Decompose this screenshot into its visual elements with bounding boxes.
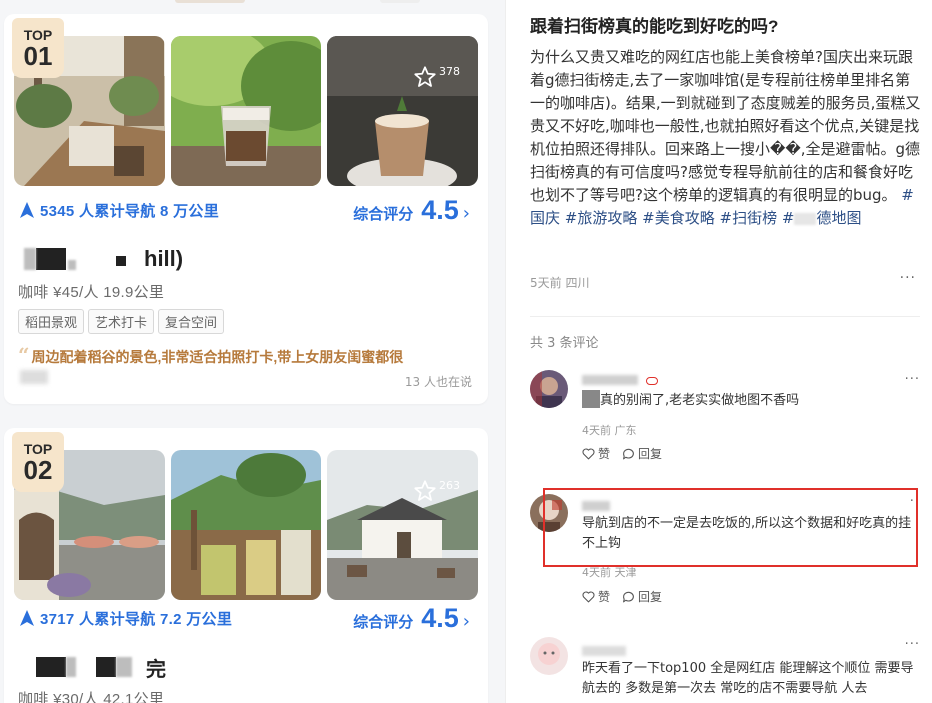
reply-button[interactable]: 回复 bbox=[622, 445, 662, 462]
photo-latte[interactable] bbox=[327, 36, 478, 186]
tag: 稻田景观 bbox=[18, 309, 85, 334]
redacted-block bbox=[36, 657, 66, 677]
hashtag-link[interactable]: # bbox=[782, 209, 795, 227]
chevron-right-icon: › bbox=[462, 610, 470, 632]
redacted-block bbox=[582, 390, 600, 408]
photo-strip[interactable]: 263 bbox=[14, 450, 478, 600]
shop-meta: 咖啡 ¥45/人 19.9公里 bbox=[18, 284, 165, 301]
comment-bubble-icon bbox=[623, 448, 634, 459]
heart-outline-icon bbox=[582, 447, 595, 459]
shop-name-text: 完 bbox=[146, 658, 166, 681]
navigation-arrow-icon bbox=[20, 610, 34, 626]
rank-number: 02 bbox=[23, 455, 53, 485]
redacted-block bbox=[116, 657, 132, 677]
comment-actions: 赞 回复 bbox=[582, 445, 662, 462]
tag-list: 稻田景观 艺术打卡 复合空间 bbox=[18, 309, 225, 334]
shop-name[interactable]: hill) bbox=[24, 242, 183, 276]
ranking-list-panel: TOP 01 378 5345 人累计导航 8 万公里 综合评分 4.5 › h… bbox=[0, 0, 505, 703]
favorite-count[interactable]: 378 bbox=[412, 64, 460, 90]
reply-button[interactable]: 回复 bbox=[622, 588, 662, 605]
star-outline-icon bbox=[414, 66, 436, 87]
nav-stats-text: 3717 人累计导航 7.2 万公里 bbox=[40, 610, 233, 628]
comment-more-button[interactable]: ··· bbox=[905, 372, 920, 387]
shop-name-text: hill) bbox=[144, 246, 184, 271]
shop-name[interactable]: 完 bbox=[24, 650, 166, 684]
nav-stats-text: 5345 人累计导航 8 万公里 bbox=[40, 202, 220, 220]
favorite-count[interactable]: 263 bbox=[412, 478, 460, 504]
shop-meta: 咖啡 ¥30/人 42.1公里 bbox=[18, 691, 165, 703]
hashtag-link[interactable]: #扫街榜 bbox=[720, 209, 778, 227]
redacted-block bbox=[66, 657, 76, 677]
rank-label: TOP bbox=[23, 441, 53, 457]
comment-count: 共 3 条评论 bbox=[530, 336, 599, 351]
post-body-text: 为什么又贵又难吃的网红店也能上美食榜单?国庆出来玩跟着g德扫街榜走,去了一家咖啡… bbox=[530, 48, 921, 204]
hashtag-link[interactable]: 德地图 bbox=[816, 209, 861, 227]
previous-card-edge bbox=[380, 0, 420, 3]
score-label: 综合评分 bbox=[353, 205, 414, 223]
redacted-block bbox=[794, 212, 817, 225]
saying-count[interactable]: 13 人也在说 bbox=[405, 373, 472, 390]
heart-outline-icon bbox=[582, 590, 595, 602]
avatar[interactable] bbox=[530, 637, 568, 675]
tag: 复合空间 bbox=[158, 309, 225, 334]
post-detail-panel: 跟着扫街榜真的能吃到好吃的吗? 为什么又贵又难吃的网红店也能上美食榜单?国庆出来… bbox=[505, 0, 932, 703]
redacted-block bbox=[116, 256, 126, 266]
redacted-block bbox=[24, 248, 36, 270]
comment-text: 真的别闹了,老老实实做地图不香吗 bbox=[582, 390, 922, 411]
like-button[interactable]: 赞 bbox=[582, 445, 610, 462]
rank-badge: TOP 02 bbox=[12, 432, 64, 492]
hashtag-link[interactable]: #旅游攻略 bbox=[565, 209, 638, 227]
comment-more-button[interactable]: ··· bbox=[905, 637, 920, 652]
redacted-block bbox=[96, 657, 116, 677]
badge-icon bbox=[646, 377, 659, 385]
post-body: 为什么又贵又难吃的网红店也能上美食榜单?国庆出来玩跟着g德扫街榜走,去了一家咖啡… bbox=[530, 46, 922, 230]
nav-stats-row[interactable]: 5345 人累计导航 8 万公里 综合评分 4.5 › bbox=[20, 195, 470, 225]
tag: 艺术打卡 bbox=[88, 309, 155, 334]
review-quote[interactable]: “周边配着稻谷的景色,非常适合拍照打卡,带上女朋友闺蜜都很 bbox=[18, 344, 472, 368]
comment-meta: 4天前 广东 bbox=[582, 424, 637, 437]
comment-item: 昨天看了一下top100 全是网红店 能理解这个顺位 需要导航去的 多数是第一次… bbox=[530, 637, 920, 703]
post-more-button[interactable]: ··· bbox=[900, 270, 916, 286]
score-value: 4.5 bbox=[421, 602, 459, 633]
rank-label: TOP bbox=[23, 27, 53, 43]
previous-card-edge bbox=[175, 0, 245, 3]
score-label: 综合评分 bbox=[353, 613, 414, 631]
hashtag-link[interactable]: #美食攻略 bbox=[642, 209, 715, 227]
quote-mark-icon: “ bbox=[18, 344, 30, 367]
nav-stats-row[interactable]: 3717 人累计导航 7.2 万公里 综合评分 4.5 › bbox=[20, 603, 470, 633]
favorite-count-value: 378 bbox=[439, 65, 460, 78]
highlight-box bbox=[543, 488, 918, 567]
score-value: 4.5 bbox=[421, 194, 459, 225]
avatar[interactable] bbox=[530, 370, 568, 408]
score-block[interactable]: 综合评分 4.5 › bbox=[353, 603, 470, 634]
ranking-card-1[interactable]: TOP 01 378 5345 人累计导航 8 万公里 综合评分 4.5 › h… bbox=[4, 14, 488, 404]
star-outline-icon bbox=[414, 480, 436, 501]
post-time-location: 5天前 四川 bbox=[530, 276, 590, 290]
navigation-arrow-icon bbox=[20, 202, 34, 218]
divider bbox=[530, 316, 920, 317]
redacted-block bbox=[20, 370, 48, 384]
redacted-block bbox=[68, 260, 76, 270]
comment-actions: 赞 回复 bbox=[582, 588, 662, 605]
chevron-right-icon: › bbox=[462, 202, 470, 224]
favorite-count-value: 263 bbox=[439, 479, 460, 492]
photo-drinks[interactable] bbox=[171, 450, 321, 600]
score-block[interactable]: 综合评分 4.5 › bbox=[353, 195, 470, 226]
photo-white-house[interactable] bbox=[327, 450, 478, 600]
photo-iced-coffee[interactable] bbox=[171, 36, 321, 186]
comment-item: 真的别闹了,老老实实做地图不香吗 4天前 广东 赞 回复 ··· bbox=[530, 370, 920, 470]
commenter-name-redacted[interactable] bbox=[582, 370, 659, 385]
rank-number: 01 bbox=[23, 41, 53, 71]
photo-strip[interactable]: 378 bbox=[14, 36, 478, 186]
rank-badge: TOP 01 bbox=[12, 18, 64, 78]
like-button[interactable]: 赞 bbox=[582, 588, 610, 605]
comment-text: 昨天看了一下top100 全是网红店 能理解这个顺位 需要导航去的 多数是第一次… bbox=[582, 661, 914, 696]
review-quote-text: 周边配着稻谷的景色,非常适合拍照打卡,带上女朋友闺蜜都很 bbox=[31, 349, 404, 365]
commenter-name-redacted[interactable] bbox=[582, 641, 626, 656]
post-title: 跟着扫街榜真的能吃到好吃的吗? bbox=[530, 17, 779, 36]
comment-bubble-icon bbox=[623, 591, 634, 602]
redacted-block bbox=[36, 248, 66, 270]
ranking-card-2[interactable]: TOP 02 263 3717 人累计导航 7.2 万公里 综合评分 4.5 ›… bbox=[4, 428, 488, 703]
